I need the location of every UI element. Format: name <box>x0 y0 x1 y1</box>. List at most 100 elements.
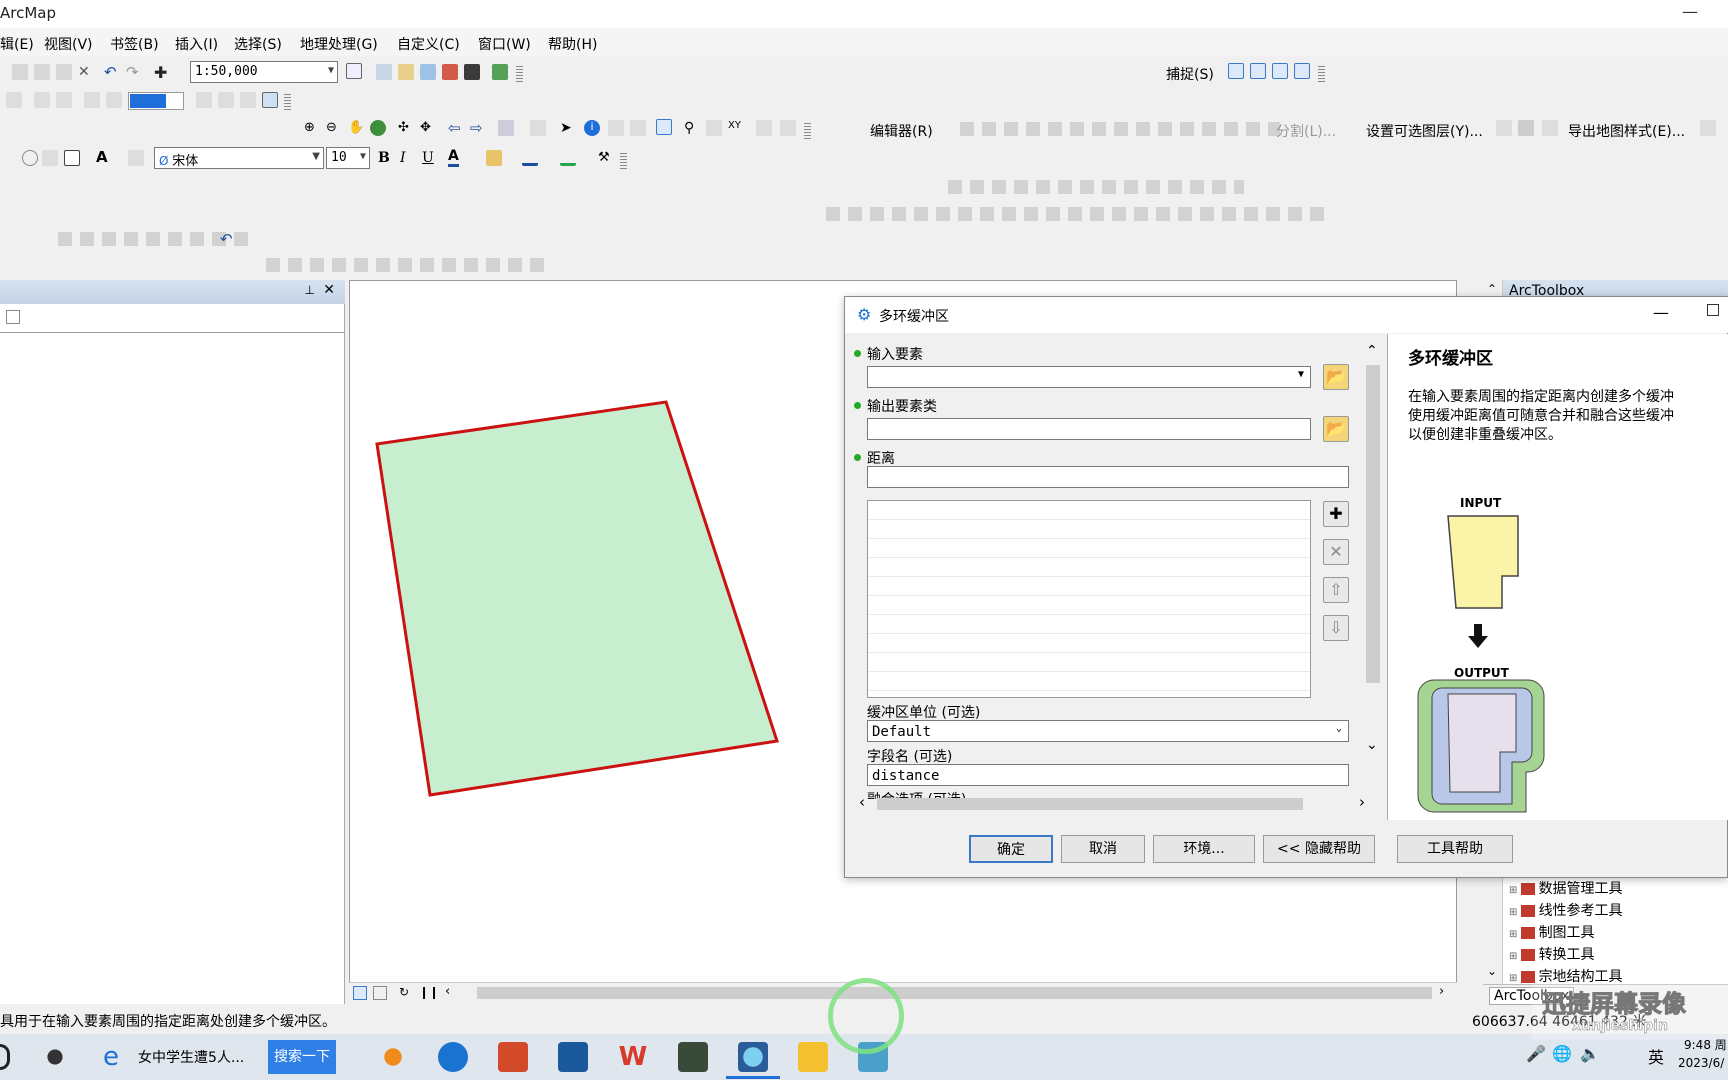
browse-folder-icon[interactable]: 📂 <box>1323 364 1349 390</box>
field-name-input[interactable]: distance <box>867 764 1349 786</box>
python-window-icon[interactable] <box>464 64 480 80</box>
zoom-100-icon[interactable] <box>56 92 72 108</box>
font-color-button[interactable]: A <box>448 148 459 167</box>
toolbar-grip[interactable] <box>620 153 627 169</box>
toggle-draft-icon[interactable] <box>196 92 212 108</box>
tree-item-linear-referencing[interactable]: ⊞ 线性参考工具 <box>1509 900 1623 920</box>
undo-icon[interactable]: ↶ <box>104 63 120 81</box>
arctoolbox-icon[interactable] <box>442 64 458 80</box>
editor-toolbar-icon[interactable] <box>346 63 362 79</box>
underline-button[interactable]: U <box>422 150 434 166</box>
select-elements-icon[interactable]: ➤ <box>560 120 576 136</box>
box-app-icon[interactable] <box>678 1042 708 1072</box>
zoom-in-icon[interactable]: ⊕ <box>304 120 320 136</box>
menu-customize[interactable]: 自定义(C) <box>397 34 460 54</box>
scroll-right-icon[interactable]: › <box>1359 793 1365 811</box>
menu-insert[interactable]: 插入(I) <box>175 34 218 54</box>
tree-item-cartography[interactable]: ⊞ 制图工具 <box>1509 922 1595 942</box>
undo-edit-icon[interactable]: ↶ <box>220 230 236 248</box>
focus-frame-icon[interactable] <box>218 92 234 108</box>
zoom-whole-page-icon[interactable] <box>34 92 50 108</box>
edge-snap-icon[interactable] <box>1294 63 1310 79</box>
toolbar-grip[interactable] <box>516 66 523 82</box>
end-snap-icon[interactable] <box>1250 63 1266 79</box>
create-viewer-icon[interactable] <box>780 120 796 136</box>
pause-icon[interactable]: ❙❙ <box>419 985 439 999</box>
scroll-right-icon[interactable]: › <box>1439 984 1444 999</box>
model-builder-icon[interactable] <box>492 64 508 80</box>
font-size-combo[interactable]: 10 ▼ <box>326 147 370 169</box>
search-window-icon[interactable] <box>420 64 436 80</box>
search-circle-icon[interactable] <box>0 1044 10 1070</box>
close-icon[interactable]: ✕ <box>323 282 335 298</box>
menu-edit[interactable]: 辑(E) <box>0 34 34 54</box>
scroll-left-icon[interactable]: ‹ <box>445 984 450 999</box>
copy-icon[interactable] <box>34 64 50 80</box>
maximize-icon[interactable] <box>1707 304 1719 316</box>
find-route-icon[interactable] <box>706 120 722 136</box>
volume-icon[interactable]: 🔈 <box>1580 1044 1600 1063</box>
data-view-icon[interactable] <box>353 986 367 1000</box>
overflow-icon[interactable] <box>1700 120 1716 136</box>
scroll-up-icon[interactable]: ⌃ <box>1487 282 1497 296</box>
font-combo[interactable]: Ø 宋体 ▼ <box>154 147 324 169</box>
layout-zoom-combo[interactable] <box>128 92 184 110</box>
scrollbar-thumb[interactable] <box>1366 365 1380 683</box>
fixed-zoom-out-icon[interactable]: ✥ <box>420 120 436 136</box>
measure-icon[interactable] <box>656 119 672 135</box>
set-selectable-layers[interactable]: 设置可选图层(Y)... <box>1366 121 1483 141</box>
arcmap-icon[interactable] <box>738 1042 768 1072</box>
toolbar-grip[interactable] <box>284 94 291 110</box>
circle-draw-icon[interactable] <box>22 150 38 166</box>
full-extent-icon[interactable] <box>370 120 386 136</box>
scroll-down-icon[interactable]: ⌄ <box>1366 737 1378 753</box>
browse-folder-icon[interactable]: 📂 <box>1323 416 1349 442</box>
add-icon[interactable]: ✚ <box>1323 501 1349 527</box>
zoom-in-fixed-icon[interactable] <box>84 92 100 108</box>
cube-app-icon[interactable] <box>498 1042 528 1072</box>
blender-icon[interactable] <box>378 1042 408 1072</box>
move-up-icon[interactable]: ⇧ <box>1323 577 1349 603</box>
table-of-contents-icon[interactable] <box>376 64 392 80</box>
rectangle-icon[interactable] <box>64 150 80 166</box>
vertical-scrollbar[interactable]: ⌃ ⌄ <box>1363 343 1383 761</box>
cut-icon[interactable] <box>12 64 28 80</box>
fixed-zoom-in-icon[interactable]: ✣ <box>398 120 414 136</box>
list-by-drawing-order-icon[interactable] <box>6 310 20 324</box>
scroll-left-icon[interactable]: ‹ <box>859 793 865 811</box>
tree-item-data-management[interactable]: ⊞ 数据管理工具 <box>1509 878 1623 898</box>
browser-tab-title[interactable]: 女中学生遭5人... <box>138 1047 244 1067</box>
identify-icon[interactable]: i <box>584 120 600 136</box>
layer-icon[interactable] <box>1518 120 1534 136</box>
scroll-up-icon[interactable]: ⌃ <box>1366 343 1378 359</box>
catalog-icon[interactable] <box>398 64 414 80</box>
snapping-menu[interactable]: 捕捉(S) <box>1166 64 1214 84</box>
move-down-icon[interactable]: ⇩ <box>1323 615 1349 641</box>
topology-icon[interactable] <box>1496 120 1512 136</box>
tree-item-conversion[interactable]: ⊞ 转换工具 <box>1509 944 1595 964</box>
back-extent-icon[interactable]: ⇦ <box>448 119 464 137</box>
select-features-icon[interactable] <box>498 120 514 136</box>
text-tool-icon[interactable]: A <box>96 148 112 166</box>
find-icon[interactable]: ⚲ <box>684 120 700 136</box>
fill-color-icon[interactable] <box>486 150 502 166</box>
environments-button[interactable]: 环境... <box>1153 835 1255 863</box>
menu-windows[interactable]: 窗口(W) <box>478 34 531 54</box>
microphone-icon[interactable]: 🎤 <box>1526 1044 1546 1063</box>
hammer-icon[interactable]: ⚒ <box>598 150 614 166</box>
hide-help-button[interactable]: << 隐藏帮助 <box>1263 835 1375 863</box>
remove-icon[interactable]: ✕ <box>1323 539 1349 565</box>
italic-button[interactable]: I <box>400 150 406 166</box>
export-map-style[interactable]: 导出地图样式(E)... <box>1568 121 1685 141</box>
layout-view-icon[interactable] <box>373 986 387 1000</box>
hyperlink-icon[interactable] <box>608 120 624 136</box>
wps-icon[interactable]: W <box>618 1042 648 1072</box>
data-driven-pages-icon[interactable] <box>262 92 278 108</box>
browser-icon[interactable]: e <box>96 1042 126 1072</box>
pin-icon[interactable]: ⊥ <box>305 283 315 297</box>
delete-icon[interactable]: ✕ <box>78 64 94 80</box>
refresh-icon[interactable]: ↻ <box>399 985 409 999</box>
layout-icon[interactable] <box>6 92 22 108</box>
output-class-input[interactable] <box>867 418 1311 440</box>
map-style-icon[interactable] <box>1542 120 1558 136</box>
